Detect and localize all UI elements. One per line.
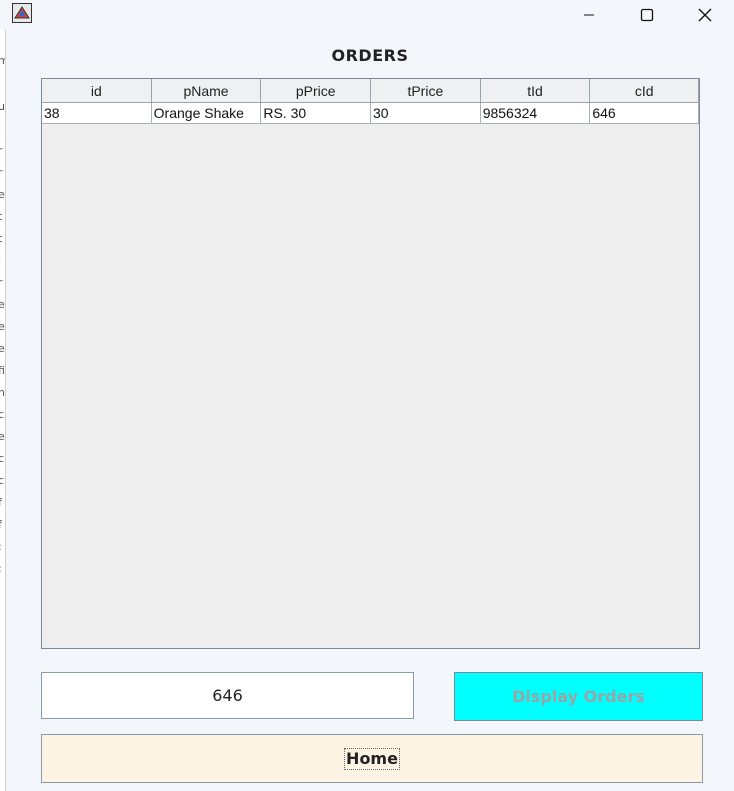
bg-char: u <box>0 100 5 113</box>
bg-char: r <box>0 276 3 289</box>
bg-char: h <box>0 386 5 399</box>
bg-char: e <box>0 320 5 333</box>
home-button-label: Home <box>344 747 400 770</box>
table-cell[interactable]: 38 <box>42 103 152 124</box>
column-header-tprice[interactable]: tPrice <box>371 79 481 103</box>
bg-char: t <box>0 210 2 223</box>
bg-char: e <box>0 298 5 311</box>
orders-table[interactable]: id pName pPrice tPrice tId cId 38 Orange… <box>41 78 700 649</box>
bg-char: r <box>0 144 3 157</box>
column-header-tid[interactable]: tId <box>480 79 591 103</box>
bg-char: i <box>0 254 1 267</box>
title-bar[interactable] <box>0 0 734 30</box>
bg-char: e <box>0 430 5 443</box>
maximize-button[interactable] <box>618 0 676 30</box>
column-header-id[interactable]: id <box>42 79 152 103</box>
column-header-pname[interactable]: pName <box>151 79 262 103</box>
display-orders-button[interactable]: Display Orders <box>454 672 703 721</box>
table-cell[interactable]: Orange Shake <box>151 103 262 124</box>
bg-char: l <box>0 122 1 135</box>
bg-char: f <box>0 518 2 531</box>
close-icon <box>698 8 712 22</box>
maximize-icon <box>640 8 654 22</box>
table-cell[interactable]: 30 <box>371 103 481 124</box>
column-header-pprice[interactable]: pPrice <box>261 79 372 103</box>
close-button[interactable] <box>676 0 734 30</box>
page-title: ORDERS <box>331 46 409 65</box>
bg-char: e <box>0 188 5 201</box>
minimize-icon <box>584 14 594 16</box>
table-header: id pName pPrice tPrice tId cId <box>42 79 699 103</box>
table-row[interactable]: 38 Orange Shake RS. 30 30 9856324 646 <box>42 103 699 124</box>
bg-char: : <box>0 562 2 575</box>
bg-char: r <box>0 166 3 179</box>
table-cell[interactable]: 9856324 <box>480 103 591 124</box>
bg-char: t <box>0 232 2 245</box>
minimize-button[interactable] <box>560 0 618 30</box>
java-app-icon[interactable] <box>12 3 32 23</box>
table-cell[interactable]: 646 <box>590 103 699 124</box>
bg-char: c <box>0 408 4 421</box>
bg-char: e <box>0 342 5 355</box>
background-window-strip: m u l r r e t t i r e e e fi h c e c c f… <box>0 30 6 791</box>
bg-char: c <box>0 452 4 465</box>
bg-char: : <box>0 540 2 553</box>
table-cell[interactable]: RS. 30 <box>261 103 372 124</box>
bg-char: fi <box>0 364 5 377</box>
bg-char: f <box>0 496 2 509</box>
bg-char: c <box>0 474 4 487</box>
column-header-cid[interactable]: cId <box>590 79 699 103</box>
home-button[interactable]: Home <box>41 734 703 783</box>
customer-id-input[interactable]: 646 <box>41 672 414 719</box>
